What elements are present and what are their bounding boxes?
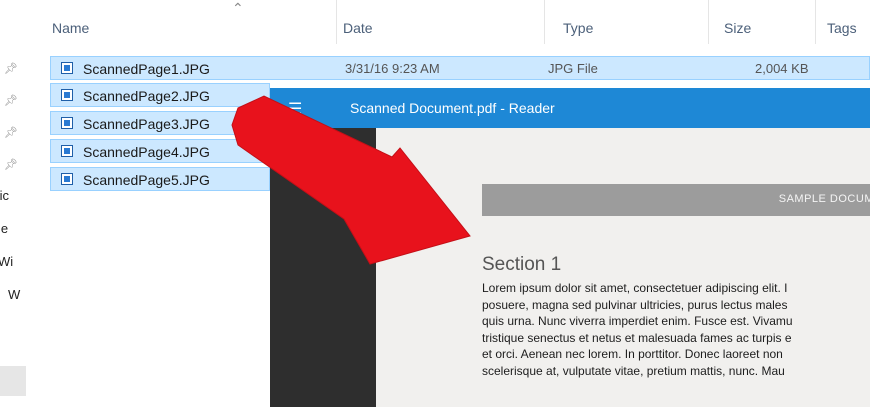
column-header-name[interactable]: Name — [52, 20, 89, 36]
file-type: JPG File — [548, 61, 598, 76]
file-name: ScannedPage2.JPG — [83, 88, 210, 104]
reader-title-bar: ☰ Scanned Document.pdf - Reader — [270, 88, 870, 128]
banner-text: SAMPLE DOCUM — [778, 193, 870, 205]
paragraph-line: Lorem ipsum dolor sit amet, consectetuer… — [482, 281, 788, 295]
nav-item-label[interactable]: le — [0, 221, 28, 236]
paragraph-line: scelerisque at, vulputate vitae, pretium… — [482, 363, 785, 378]
paragraph-line: quis urna. Nunc viverra imperdiet enim. … — [482, 314, 793, 328]
column-header-size[interactable]: Size — [724, 20, 751, 36]
file-row[interactable]: ScannedPage5.JPG — [50, 167, 270, 191]
column-header-tags[interactable]: Tags — [827, 20, 857, 36]
paragraph-line: et orci. Aenean nec lorem. In porttitor.… — [482, 347, 783, 361]
column-divider[interactable] — [708, 0, 709, 44]
file-size: 2,004 KB — [755, 61, 809, 76]
image-file-icon — [61, 89, 73, 101]
file-row[interactable]: ScannedPage4.JPG — [50, 139, 270, 163]
nav-scroll-area[interactable] — [0, 366, 26, 396]
file-name: ScannedPage1.JPG — [83, 61, 210, 77]
pin-icon[interactable]: 📌︎ — [4, 158, 18, 171]
column-header-row: ⌃ Name Date Type Size Tags — [30, 0, 870, 44]
sort-ascending-icon: ⌃ — [232, 0, 244, 16]
navigation-pane: 📌︎ 📌︎ 📌︎ 📌︎ fic le Wi W — [0, 0, 30, 407]
file-name: ScannedPage3.JPG — [83, 116, 210, 132]
reader-title: Scanned Document.pdf - Reader — [350, 100, 555, 116]
image-file-icon — [61, 173, 73, 185]
file-row[interactable]: ScannedPage1.JPG 3/31/16 9:23 AM JPG Fil… — [50, 56, 870, 80]
file-row[interactable]: ScannedPage3.JPG — [50, 111, 270, 135]
document-page: SAMPLE DOCUM Section 1 Lorem ipsum dolor… — [376, 128, 870, 407]
file-row[interactable]: ScannedPage2.JPG — [50, 83, 270, 107]
nav-item-label[interactable]: W — [8, 287, 38, 302]
file-name: ScannedPage5.JPG — [83, 172, 210, 188]
paragraph-line: posuere, magna sed pulvinar ultricies, p… — [482, 297, 788, 312]
image-file-icon — [61, 145, 73, 157]
column-divider[interactable] — [336, 0, 337, 44]
pin-icon[interactable]: 📌︎ — [4, 126, 18, 139]
body-paragraph: Lorem ipsum dolor sit amet, consectetuer… — [482, 280, 870, 379]
image-file-icon — [61, 62, 73, 74]
reader-window: ☰ Scanned Document.pdf - Reader SAMPLE D… — [270, 88, 870, 407]
nav-item-label[interactable]: fic — [0, 188, 26, 203]
section-heading: Section 1 — [482, 254, 562, 275]
paragraph-line: tristique senectus et netus et malesuada… — [482, 330, 792, 345]
column-header-date[interactable]: Date — [343, 20, 373, 36]
column-header-type[interactable]: Type — [563, 20, 593, 36]
file-date: 3/31/16 9:23 AM — [345, 61, 440, 76]
document-banner: SAMPLE DOCUM — [482, 184, 870, 216]
file-name: ScannedPage4.JPG — [83, 144, 210, 160]
column-divider[interactable] — [815, 0, 816, 44]
column-divider[interactable] — [544, 0, 545, 44]
hamburger-menu-icon[interactable]: ☰ — [288, 99, 302, 119]
nav-item-label[interactable]: Wi — [0, 254, 28, 269]
pin-icon[interactable]: 📌︎ — [4, 94, 18, 107]
pin-icon[interactable]: 📌︎ — [4, 62, 18, 75]
reader-side-panel — [270, 128, 376, 407]
image-file-icon — [61, 117, 73, 129]
